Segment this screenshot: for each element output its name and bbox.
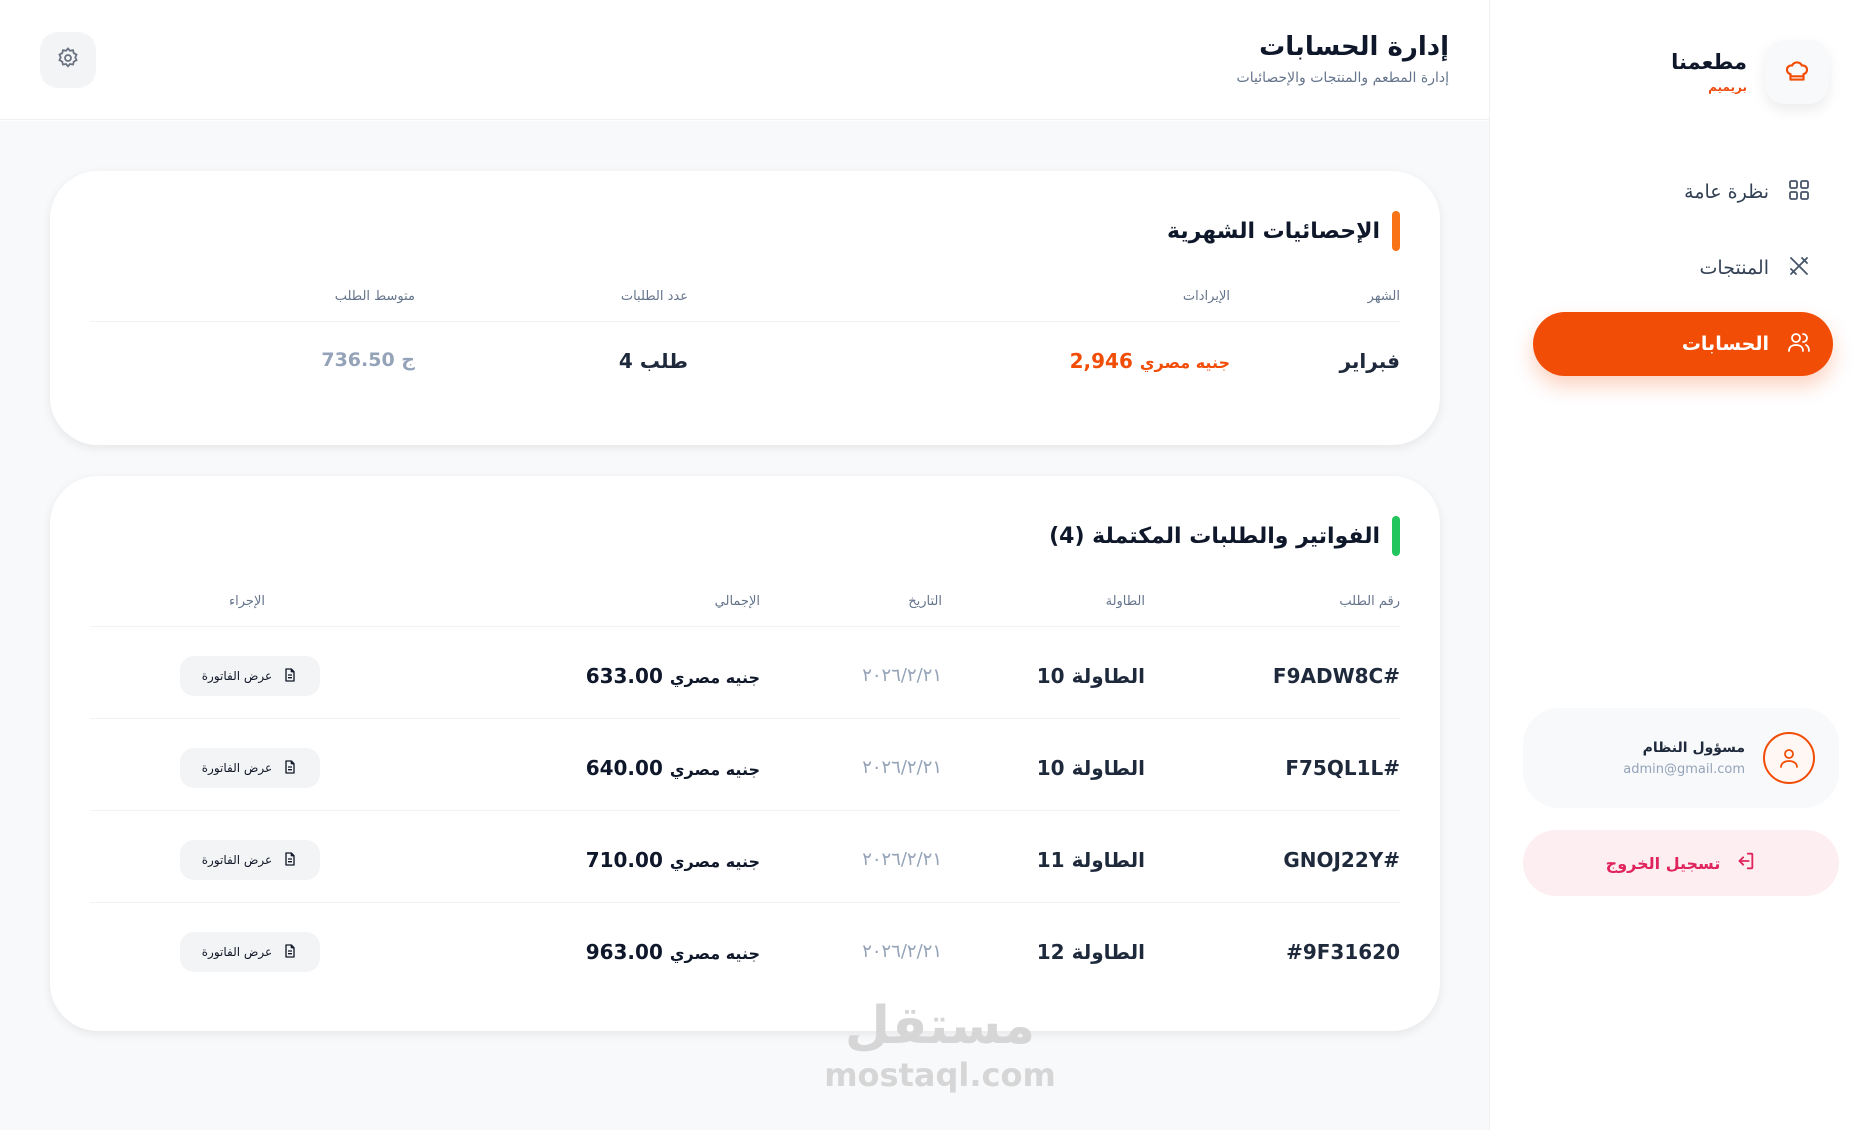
chef-hat-icon (1765, 40, 1829, 104)
grid-icon (1787, 178, 1811, 206)
completed-orders-heading: الفواتير والطلبات المكتملة (4) (1049, 516, 1400, 556)
stats-month: فبراير (1339, 349, 1400, 373)
order-total-unit: جنيه مصري (669, 852, 760, 871)
view-invoice-label: عرض الفاتورة (201, 761, 273, 775)
app-root: مطعمنا بريميم نظرة عامة المنتجات الحسابا… (0, 0, 1863, 1130)
accent-bar (1392, 516, 1400, 556)
order-id: F9ADW8C# (1272, 664, 1400, 688)
order-total-unit: جنيه مصري (669, 944, 760, 963)
logout-label: تسجيل الخروج (1605, 853, 1721, 873)
order-total-value: 640.00 (585, 756, 663, 780)
column-header-date: التاريخ (908, 594, 942, 609)
divider (90, 810, 1400, 811)
user-name: مسؤول النظام (1642, 739, 1745, 756)
column-header-total: الإجمالي (714, 594, 760, 609)
order-id: #9F31620 (1286, 940, 1400, 964)
sidebar: مطعمنا بريميم نظرة عامة المنتجات الحسابا… (1489, 0, 1863, 1130)
view-invoice-label: عرض الفاتورة (201, 853, 273, 867)
view-invoice-button[interactable]: عرض الفاتورة (180, 748, 320, 788)
order-date: ٢٠٢٦/٢/٢١ (862, 849, 942, 870)
order-total: 963.00 جنيه مصري (586, 940, 760, 964)
order-table: الطاولة 12 (1036, 940, 1145, 964)
order-table: الطاولة 11 (1036, 848, 1145, 872)
view-invoice-label: عرض الفاتورة (201, 669, 273, 683)
order-id: F75QL1L# (1285, 756, 1400, 780)
gear-icon (56, 46, 80, 74)
order-total-value: 710.00 (585, 848, 663, 872)
sidebar-item-overview[interactable]: نظرة عامة (1533, 160, 1833, 224)
completed-orders-title: الفواتير والطلبات المكتملة (4) (1049, 523, 1380, 549)
watermark-en: mostaql.com (824, 1056, 1056, 1094)
column-header-order-id: رقم الطلب (1339, 594, 1400, 609)
order-date: ٢٠٢٦/٢/٢١ (862, 941, 942, 962)
main-content: الإحصائيات الشهرية الشهر الإيرادات عدد ا… (0, 121, 1489, 1130)
order-date: ٢٠٢٦/٢/٢١ (862, 757, 942, 778)
user-email: admin@gmail.com (1623, 761, 1745, 777)
divider (90, 321, 1400, 322)
order-table: الطاولة 10 (1036, 664, 1145, 688)
document-icon (282, 851, 298, 870)
order-total: 710.00 جنيه مصري (586, 848, 760, 872)
stats-revenue-unit: جنيه مصري (1139, 353, 1230, 372)
completed-orders-card: الفواتير والطلبات المكتملة (4) رقم الطلب… (50, 476, 1440, 1031)
accent-bar (1392, 211, 1400, 251)
divider (90, 902, 1400, 903)
column-header-month: الشهر (1367, 289, 1400, 304)
order-total-unit: جنيه مصري (669, 668, 760, 687)
view-invoice-button[interactable]: عرض الفاتورة (180, 840, 320, 880)
document-icon (282, 667, 298, 686)
divider (90, 626, 1400, 627)
users-icon (1787, 330, 1811, 358)
divider (90, 718, 1400, 719)
brand: مطعمنا بريميم (1671, 40, 1829, 104)
order-total-value: 633.00 (585, 664, 663, 688)
stats-avg-order: 736.50 ج (321, 349, 415, 371)
stats-revenue-value: 2,946 (1069, 349, 1133, 373)
monthly-stats-card: الإحصائيات الشهرية الشهر الإيرادات عدد ا… (50, 171, 1440, 445)
settings-button[interactable] (40, 32, 96, 88)
document-icon (282, 759, 298, 778)
user-icon (1763, 732, 1815, 784)
view-invoice-label: عرض الفاتورة (201, 945, 273, 959)
order-table: الطاولة 10 (1036, 756, 1145, 780)
view-invoice-button[interactable]: عرض الفاتورة (180, 656, 320, 696)
brand-plan-badge: بريميم (1708, 80, 1747, 94)
stats-revenue: 2,946 جنيه مصري (1070, 349, 1230, 373)
order-total-value: 963.00 (585, 940, 663, 964)
page-header: إدارة الحسابات إدارة المطعم والمنتجات وا… (0, 0, 1489, 120)
utensils-icon (1787, 254, 1811, 282)
view-invoice-button[interactable]: عرض الفاتورة (180, 932, 320, 972)
page-subtitle: إدارة المطعم والمنتجات والإحصائيات (1236, 70, 1449, 86)
logout-button[interactable]: تسجيل الخروج (1523, 830, 1839, 896)
column-header-avg: متوسط الطلب (334, 289, 415, 304)
sidebar-item-label: المنتجات (1699, 257, 1769, 279)
monthly-stats-title: الإحصائيات الشهرية (1167, 218, 1380, 244)
sidebar-item-label: نظرة عامة (1684, 181, 1769, 203)
column-header-table: الطاولة (1105, 594, 1145, 609)
page-title: إدارة الحسابات (1259, 32, 1449, 62)
brand-name: مطعمنا (1671, 50, 1747, 74)
sidebar-item-label: الحسابات (1681, 333, 1769, 355)
column-header-revenue: الإيرادات (1182, 289, 1230, 304)
watermark-ar: مستقل (844, 996, 1036, 1056)
document-icon (282, 943, 298, 962)
order-total: 633.00 جنيه مصري (586, 664, 760, 688)
column-header-orders: عدد الطلبات (620, 289, 688, 304)
column-header-action: الإجراء (229, 594, 265, 609)
watermark-logo: مستقل mostaql.com (820, 1000, 1060, 1094)
sidebar-item-accounts[interactable]: الحسابات (1533, 312, 1833, 376)
user-card[interactable]: مسؤول النظام admin@gmail.com (1523, 708, 1839, 808)
order-total: 640.00 جنيه مصري (586, 756, 760, 780)
order-total-unit: جنيه مصري (669, 760, 760, 779)
monthly-stats-heading: الإحصائيات الشهرية (1167, 211, 1400, 251)
stats-orders-count: 4 طلب (618, 349, 688, 373)
sidebar-item-products[interactable]: المنتجات (1533, 236, 1833, 300)
sidebar-nav: نظرة عامة المنتجات الحسابات (1533, 160, 1833, 388)
order-id: GNOJ22Y# (1283, 848, 1400, 872)
logout-icon (1734, 850, 1756, 876)
order-date: ٢٠٢٦/٢/٢١ (862, 665, 942, 686)
